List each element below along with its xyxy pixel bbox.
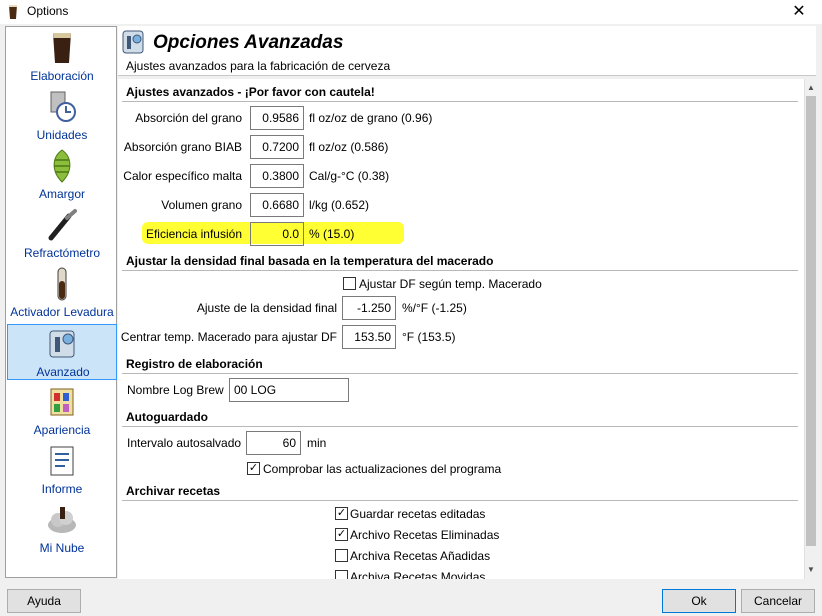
title-bar: Options ✕ — [0, 0, 822, 24]
biab-absorption-label: Absorción grano BIAB — [123, 140, 242, 154]
sidebar-item-label: Activador Levadura — [10, 305, 114, 319]
cloud-icon — [48, 507, 76, 533]
sidebar-item-label: Informe — [41, 482, 83, 496]
autosave-interval-unit: min — [307, 436, 327, 450]
autosave-interval-input[interactable]: 60 — [246, 431, 301, 455]
archive-moved-checkbox[interactable] — [335, 570, 348, 579]
scroll-thumb[interactable] — [806, 96, 816, 546]
adjust-fg-checkbox[interactable] — [343, 277, 356, 290]
window-title: Options — [27, 4, 69, 18]
biab-absorption-input[interactable]: 0.7200 — [250, 135, 304, 159]
sidebar-item-elaboracion[interactable]: Elaboración — [7, 29, 117, 85]
malt-specific-heat-unit: Cal/g-°C (0.38) — [309, 169, 390, 183]
section-header-log: Registro de elaboración — [122, 354, 798, 374]
sidebar-item-unidades[interactable]: Unidades — [7, 88, 117, 144]
sidebar-item-label: Elaboración — [30, 69, 94, 83]
palette-icon — [50, 388, 74, 416]
vertical-scrollbar[interactable]: ▲ ▼ — [804, 79, 816, 579]
autosave-interval-label: Intervalo autosalvado — [127, 436, 242, 450]
fg-adjust-unit: %/°F (-1.25) — [402, 301, 467, 315]
fg-adjust-label: Ajuste de la densidad final — [196, 301, 337, 315]
infusion-efficiency-unit: % (15.0) — [309, 227, 355, 241]
log-name-label: Nombre Log Brew — [127, 383, 224, 397]
adjust-fg-label: Ajustar DF según temp. Macerado — [359, 277, 542, 291]
beer-glass-icon — [9, 5, 17, 19]
refractometer-icon — [48, 209, 77, 241]
sidebar: Elaboración Unidades Amargor Refractómet… — [5, 26, 117, 578]
biab-absorption-unit: fl oz/oz (0.586) — [309, 140, 389, 154]
save-edited-checkbox[interactable]: ✓ — [335, 507, 348, 520]
test-tube-icon — [57, 267, 67, 301]
settings-panel: Ajustes avanzados - ¡Por favor con caute… — [118, 79, 804, 579]
page-header: Opciones Avanzadas Ajustes avanzados par… — [118, 26, 816, 76]
check-updates-checkbox[interactable]: ✓ — [247, 462, 260, 475]
sidebar-item-apariencia[interactable]: Apariencia — [7, 383, 117, 439]
section-header-fg: Ajustar la densidad final basada en la t… — [122, 251, 798, 271]
help-button[interactable]: Ayuda — [7, 589, 81, 613]
cancel-button[interactable]: Cancelar — [741, 589, 815, 613]
advanced-gear-icon — [49, 330, 75, 358]
grain-volume-label: Volumen grano — [161, 198, 242, 212]
grain-absorption-unit: fl oz/oz de grano (0.96) — [309, 111, 433, 125]
sidebar-item-label: Avanzado — [36, 365, 90, 379]
archive-deleted-label: Archivo Recetas Eliminadas — [350, 528, 500, 542]
sidebar-item-label: Apariencia — [33, 423, 91, 437]
sidebar-item-mi-nube[interactable]: Mi Nube — [7, 501, 117, 557]
page-title: Opciones Avanzadas — [153, 32, 344, 53]
grain-volume-input[interactable]: 0.6680 — [250, 193, 304, 217]
grain-absorption-input[interactable]: 0.9586 — [250, 106, 304, 130]
sidebar-item-label: Amargor — [38, 187, 85, 201]
section-header-autosave: Autoguardado — [122, 407, 798, 427]
log-name-input[interactable]: 00 LOG — [229, 378, 349, 402]
grain-absorption-label: Absorción del grano — [135, 111, 242, 125]
sidebar-item-refractometro[interactable]: Refractómetro — [7, 206, 117, 262]
advanced-gear-icon — [122, 30, 144, 54]
scroll-down-icon[interactable]: ▼ — [805, 563, 817, 577]
center-mash-unit: °F (153.5) — [402, 330, 456, 344]
sidebar-item-amargor[interactable]: Amargor — [7, 147, 117, 203]
center-mash-label: Centrar temp. Macerado para ajustar DF — [120, 330, 337, 344]
check-updates-label: Comprobar las actualizaciones del progra… — [263, 462, 502, 476]
save-edited-label: Guardar recetas editadas — [350, 507, 486, 521]
archive-added-checkbox[interactable] — [335, 549, 348, 562]
sidebar-item-label: Refractómetro — [23, 246, 101, 260]
report-icon — [50, 446, 74, 476]
scroll-up-icon[interactable]: ▲ — [805, 81, 817, 95]
section-header-archive: Archivar recetas — [122, 481, 798, 501]
page-subtitle: Ajustes avanzados para la fabricación de… — [126, 59, 391, 73]
grain-volume-unit: l/kg (0.652) — [309, 198, 370, 212]
malt-specific-heat-label: Calor específico malta — [123, 169, 242, 183]
archive-added-label: Archiva Recetas Añadidas — [350, 549, 491, 563]
sidebar-item-informe[interactable]: Informe — [7, 442, 117, 498]
fg-adjust-input[interactable]: -1.250 — [342, 296, 396, 320]
beer-glass-icon — [53, 33, 71, 63]
sidebar-item-label: Unidades — [36, 128, 88, 142]
archive-deleted-checkbox[interactable]: ✓ — [335, 528, 348, 541]
close-button[interactable]: ✕ — [776, 0, 822, 24]
hop-icon — [53, 149, 71, 183]
ok-button[interactable]: Ok — [662, 589, 736, 613]
sidebar-item-activador-levadura[interactable]: Activador Levadura — [7, 265, 117, 321]
sidebar-item-label: Mi Nube — [39, 541, 85, 555]
center-mash-input[interactable]: 153.50 — [342, 325, 396, 349]
infusion-efficiency-label: Eficiencia infusión — [145, 227, 242, 241]
section-header-advanced: Ajustes avanzados - ¡Por favor con caute… — [122, 82, 798, 102]
sidebar-item-avanzado[interactable]: Avanzado — [7, 324, 117, 380]
units-clock-icon — [50, 91, 76, 122]
infusion-efficiency-input[interactable]: 0.0 — [250, 222, 304, 246]
archive-moved-label: Archiva Recetas Movidas — [350, 570, 486, 579]
malt-specific-heat-input[interactable]: 0.3800 — [250, 164, 304, 188]
